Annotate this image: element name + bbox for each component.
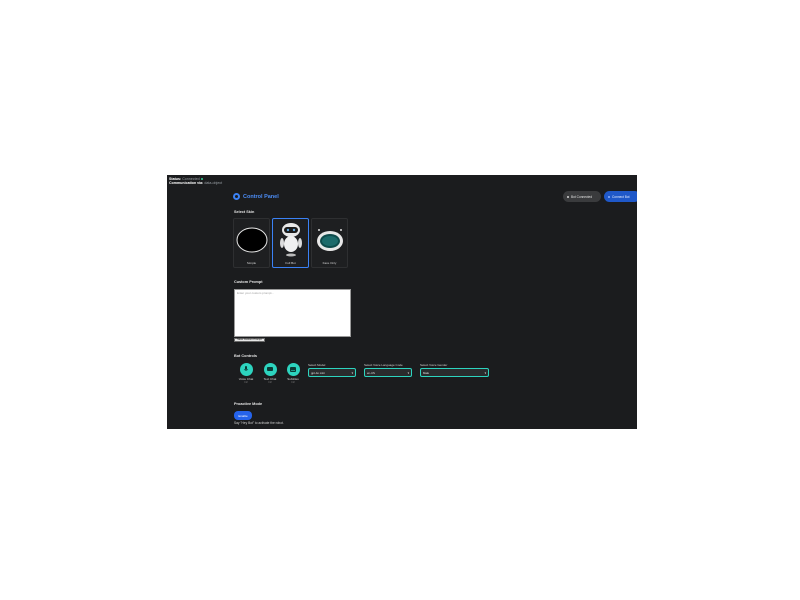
chevron-down-icon: ▾ — [484, 370, 486, 375]
page-title: Control Panel — [233, 193, 279, 200]
control-panel-app: Status: Connected Communication via: dat… — [167, 175, 637, 429]
custom-prompt-placeholder: Enter your custom prompt... — [237, 291, 275, 295]
subtitles-control[interactable]: Subtitles Ctrl — [284, 363, 302, 384]
status-label: Status: — [169, 177, 182, 181]
language-select-label: Select Voice Language Code — [364, 363, 403, 367]
save-custom-prompt-button[interactable]: Save Custom Prompt — [234, 338, 265, 342]
microphone-icon — [243, 366, 249, 371]
skin-full-bot-label: Full Bot — [285, 261, 296, 265]
text-chat-control[interactable]: Text Chat Ctrl — [261, 363, 279, 384]
gender-select-value: Male — [423, 370, 430, 375]
connect-bot-label: Connect Bot — [612, 194, 630, 199]
bot-connected-label: Bot Connected — [571, 194, 593, 199]
control-panel-icon — [233, 193, 240, 200]
skin-options: Simple Full Bot Face Only — [233, 218, 348, 268]
text-chat-button[interactable] — [263, 363, 277, 376]
status-value: Connected — [182, 177, 200, 181]
subtitles-sub: Ctrl — [291, 381, 295, 384]
proactive-hint-text: Say "Hey Bot" to activate the robot. — [234, 421, 284, 425]
skin-face-only[interactable]: Face Only — [311, 218, 348, 268]
gender-select[interactable]: Male ▾ — [420, 368, 489, 377]
connection-status: Status: Connected Communication via: dat… — [169, 177, 222, 186]
voice-chat-button[interactable] — [239, 363, 253, 376]
full-bot-robot-icon — [279, 223, 302, 257]
face-only-icon — [316, 229, 343, 251]
connect-bot-button[interactable]: Connect Bot — [604, 191, 637, 202]
communication-label: Communication via: — [169, 181, 204, 186]
text-chat-sub: Ctrl — [268, 381, 272, 384]
subtitles-button[interactable] — [286, 363, 300, 376]
enable-proactive-button[interactable]: Enable — [234, 411, 252, 420]
chat-icon — [267, 367, 273, 371]
simple-face-icon — [236, 227, 267, 253]
connect-dot-icon — [608, 195, 610, 198]
bot-status-dot-icon — [567, 195, 569, 198]
skin-simple-label: Simple — [246, 261, 257, 265]
skin-face-only-label: Face Only — [322, 261, 337, 265]
gender-select-label: Select Voice Gender — [420, 363, 448, 367]
voice-chat-control[interactable]: Voice Chat Ctrl — [237, 363, 255, 384]
custom-prompt-heading: Custom Prompt — [234, 280, 263, 284]
model-select-label: Select Model — [308, 363, 326, 367]
custom-prompt-textarea[interactable]: Enter your custom prompt... — [234, 289, 351, 337]
language-select[interactable]: en-US ▾ — [364, 368, 412, 377]
chevron-down-icon: ▾ — [351, 370, 353, 375]
page-title-text: Control Panel — [243, 193, 279, 200]
bot-connected-button[interactable]: Bot Connected — [563, 191, 601, 202]
language-select-value: en-US — [367, 370, 375, 375]
select-skin-heading: Select Skin — [234, 210, 255, 214]
skin-simple[interactable]: Simple — [233, 218, 270, 268]
gender-select-group: Select Voice Gender Male ▾ — [420, 363, 489, 377]
skin-full-bot[interactable]: Full Bot — [272, 218, 309, 268]
status-dot-icon — [200, 178, 203, 181]
communication-value: data-object — [204, 181, 223, 186]
proactive-mode-heading: Proactive Mode — [234, 402, 263, 406]
model-select-group: Select Model gpt-4o mini ▾ — [308, 363, 356, 377]
model-select[interactable]: gpt-4o mini ▾ — [308, 368, 356, 377]
bot-controls-heading: Bot Controls — [234, 354, 257, 358]
language-select-group: Select Voice Language Code en-US ▾ — [364, 363, 412, 377]
subtitles-icon — [290, 367, 296, 372]
voice-chat-sub: Ctrl — [244, 381, 248, 384]
model-select-value: gpt-4o mini — [311, 370, 325, 375]
chevron-down-icon: ▾ — [407, 370, 409, 375]
